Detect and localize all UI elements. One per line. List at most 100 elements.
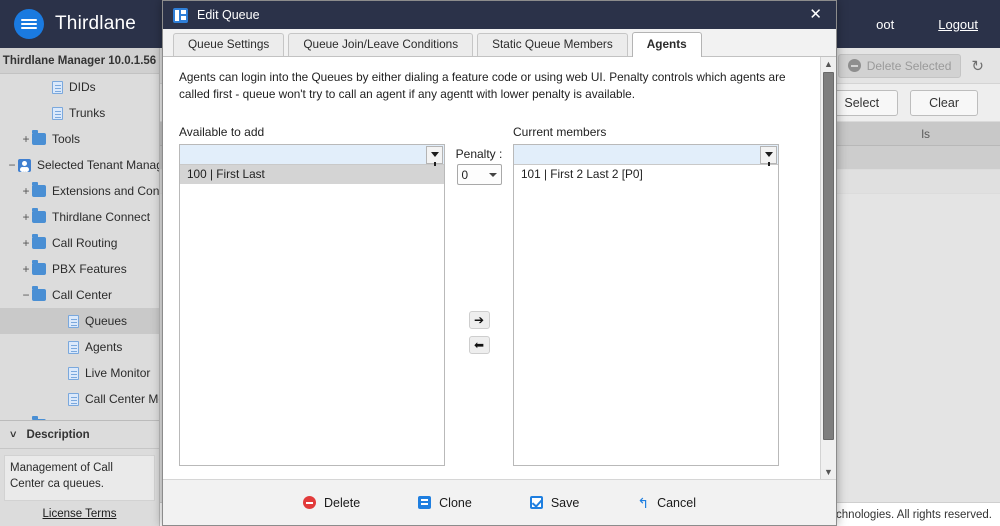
penalty-label: Penalty : bbox=[455, 147, 503, 162]
dialog-scrollbar[interactable]: ▲ ▼ bbox=[820, 57, 836, 479]
clone-button[interactable]: Clone bbox=[418, 496, 472, 510]
agents-tab-panel: Agents can login into the Queues by eith… bbox=[163, 57, 820, 479]
refresh-icon[interactable]: ↻ bbox=[971, 57, 984, 75]
list-item[interactable]: 100 | First Last bbox=[180, 165, 444, 185]
sidebar-item-live-monitor[interactable]: Live Monitor bbox=[0, 360, 159, 386]
sidebar-item-call-routing[interactable]: + Call Routing bbox=[0, 230, 159, 256]
sidebar-item-extensions-and-contacts[interactable]: + Extensions and Contacts bbox=[0, 178, 159, 204]
funnel-icon[interactable] bbox=[426, 145, 443, 167]
sidebar-item-agents[interactable]: Agents bbox=[0, 334, 159, 360]
current-members-column: Current members 101 | First 2 Last 2 [P0… bbox=[513, 125, 779, 467]
sidebar-item-label: PBX Features bbox=[52, 262, 127, 276]
expand-icon[interactable]: + bbox=[20, 263, 32, 275]
expand-icon[interactable]: + bbox=[20, 185, 32, 197]
brand-logo-area: Thirdlane bbox=[0, 9, 136, 39]
brand-name: Thirdlane bbox=[55, 13, 137, 34]
sidebar-item-queues[interactable]: Queues bbox=[0, 308, 159, 334]
expand-icon[interactable]: + bbox=[20, 133, 32, 145]
close-icon[interactable]: ✕ bbox=[805, 7, 826, 24]
sidebar-item-label: Call Center bbox=[52, 288, 113, 302]
available-listbox[interactable]: 100 | First Last bbox=[179, 144, 445, 467]
clone-label: Clone bbox=[439, 495, 472, 510]
scrollbar-thumb[interactable] bbox=[823, 72, 834, 441]
list-item[interactable]: 101 | First 2 Last 2 [P0] bbox=[514, 165, 778, 184]
sidebar-item-dids[interactable]: DIDs bbox=[0, 74, 159, 100]
sidebar-item-trunks[interactable]: Trunks bbox=[0, 100, 159, 126]
tab-agents[interactable]: Agents bbox=[631, 32, 702, 57]
folder-icon bbox=[32, 286, 46, 301]
expand-icon[interactable]: + bbox=[20, 211, 32, 223]
table-header-label: ls bbox=[921, 126, 930, 141]
thirdlane-logo-icon bbox=[14, 9, 44, 39]
dual-list-container: Available to add 100 | First Last Penalt… bbox=[179, 125, 804, 467]
funnel-icon[interactable] bbox=[760, 145, 777, 167]
document-icon bbox=[52, 80, 63, 94]
available-list-items[interactable]: 100 | First Last bbox=[180, 165, 444, 465]
cancel-button[interactable]: ↰ Cancel bbox=[637, 496, 696, 510]
logout-link[interactable]: Logout bbox=[938, 17, 978, 32]
dialog-title: Edit Queue bbox=[197, 8, 260, 22]
sidebar-item-call-center-metrics[interactable]: Call Center Metrics bbox=[0, 386, 159, 412]
description-header[interactable]: ˅ Description bbox=[0, 421, 159, 449]
save-button[interactable]: Save bbox=[529, 496, 579, 510]
current-user-label: oot bbox=[876, 16, 895, 32]
clone-icon bbox=[418, 496, 432, 509]
available-list-label: Available to add bbox=[179, 125, 265, 140]
add-to-members-button[interactable]: ➔ bbox=[468, 311, 490, 330]
delete-selected-button[interactable]: Delete Selected bbox=[837, 53, 962, 78]
delete-label: Delete bbox=[324, 495, 361, 510]
sidebar-item-label: Tools bbox=[52, 132, 81, 146]
folder-icon bbox=[32, 208, 46, 223]
sidebar-item-label: Extensions and Contacts bbox=[52, 184, 159, 198]
current-members-listbox[interactable]: 101 | First 2 Last 2 [P0] bbox=[513, 144, 779, 467]
chevron-down-icon: ˅ bbox=[10, 428, 17, 441]
tab-static-queue-members[interactable]: Static Queue Members bbox=[477, 33, 628, 56]
sidebar-item-selected-tenant-manager[interactable]: − Selected Tenant Manager bbox=[0, 152, 159, 178]
edit-queue-dialog: Edit Queue ✕ Queue Settings Queue Join/Le… bbox=[162, 0, 837, 526]
agents-help-text: Agents can login into the Queues by eith… bbox=[179, 70, 786, 102]
scroll-up-icon[interactable]: ▲ bbox=[824, 57, 833, 71]
transfer-buttons: ➔ ⬅ bbox=[468, 311, 490, 355]
remove-from-members-button[interactable]: ⬅ bbox=[468, 336, 490, 355]
sidebar-item-tools[interactable]: + Tools bbox=[0, 126, 159, 152]
collapse-icon[interactable]: − bbox=[6, 159, 18, 171]
user-icon bbox=[18, 158, 31, 172]
document-icon bbox=[68, 392, 79, 406]
sidebar-item-label: Agents bbox=[85, 340, 123, 354]
dialog-tabs: Queue Settings Queue Join/Leave Condition… bbox=[163, 29, 836, 57]
tab-queue-settings[interactable]: Queue Settings bbox=[173, 33, 285, 56]
middle-controls-column: Penalty : 0 ➔ ⬅ bbox=[445, 125, 513, 466]
folder-icon bbox=[32, 234, 46, 249]
document-icon bbox=[68, 314, 79, 328]
clear-button[interactable]: Clear bbox=[910, 89, 978, 116]
folder-icon bbox=[32, 130, 46, 145]
scroll-down-icon[interactable]: ▼ bbox=[824, 465, 833, 479]
scrollbar-track[interactable] bbox=[823, 71, 834, 465]
sidebar-item-thirdlane-connect[interactable]: + Thirdlane Connect bbox=[0, 204, 159, 230]
current-filter-bar[interactable] bbox=[514, 145, 778, 167]
tab-queue-join-leave-conditions[interactable]: Queue Join/Leave Conditions bbox=[288, 33, 474, 56]
sidebar-title: Thirdlane Manager 10.0.1.56 bbox=[0, 48, 159, 74]
sidebar-item-label: Thirdlane Connect bbox=[52, 210, 151, 224]
save-icon bbox=[529, 496, 543, 509]
cancel-label: Cancel bbox=[657, 495, 696, 510]
sidebar-item-call-center[interactable]: − Call Center bbox=[0, 282, 159, 308]
sidebar-item-label: Call Routing bbox=[52, 236, 118, 250]
delete-button[interactable]: Delete bbox=[303, 496, 360, 510]
current-list-items[interactable]: 101 | First 2 Last 2 [P0] bbox=[514, 165, 778, 465]
available-filter-bar[interactable] bbox=[180, 145, 444, 167]
license-terms-link[interactable]: License Terms bbox=[0, 505, 159, 526]
delete-selected-label: Delete Selected bbox=[866, 58, 952, 73]
collapse-icon[interactable]: − bbox=[20, 289, 32, 301]
folder-icon bbox=[32, 182, 46, 197]
document-icon bbox=[52, 106, 63, 120]
app-root: Thirdlane oot Logout eue Delete Selected… bbox=[0, 0, 1000, 526]
sidebar-item-label: DIDs bbox=[69, 80, 96, 94]
sidebar-item-pbx-features[interactable]: + PBX Features bbox=[0, 256, 159, 282]
available-to-add-column: Available to add 100 | First Last bbox=[179, 125, 445, 467]
expand-icon[interactable]: + bbox=[20, 237, 32, 249]
penalty-select[interactable]: 0 bbox=[456, 164, 502, 186]
copyright-text: chnologies. All rights reserved. bbox=[836, 508, 992, 521]
current-members-label: Current members bbox=[513, 125, 607, 140]
header-right-area: oot Logout bbox=[876, 17, 1000, 32]
